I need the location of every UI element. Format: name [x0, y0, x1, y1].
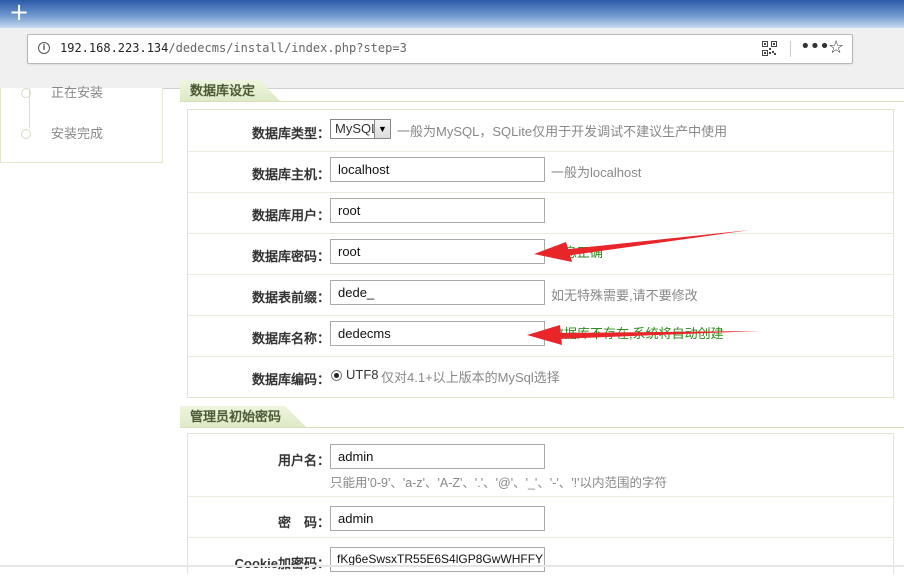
section-divider: [180, 101, 904, 102]
db-name-status: 数据库不存在,系统将自动创建: [551, 326, 724, 341]
db-prefix-hint: 如无特殊需要,请不要修改: [551, 288, 698, 303]
db-type-row: 数据库类型： MySQL ▼ 一般为MySQL，SQLite仅用于开发调试不建议生…: [188, 110, 893, 152]
cookie-key-row: Cookie加密码： fKg6eSwsxTR55E6S4lGP8GwWHFFY: [188, 537, 893, 578]
db-name-row: 数据库名称： dedecms 数据库不存在,系统将自动创建: [188, 315, 893, 357]
admin-section-header: 管理员初始密码: [180, 406, 904, 428]
toolbar-separator: [790, 41, 791, 57]
url-host: 192.168.223.134: [60, 41, 169, 55]
step-item-installing: 正在安装: [21, 82, 103, 101]
db-name-input[interactable]: dedecms: [330, 321, 545, 346]
cookie-key-label: Cookie加密码：: [234, 556, 330, 571]
db-user-label: 数据库用户：: [251, 208, 330, 223]
utf8-radio-label[interactable]: UTF8: [346, 367, 379, 382]
db-charset-row: 数据库编码： UTF8 仅对4.1+以上版本的MySql选择: [188, 356, 893, 397]
admin-settings-form: 用户名： admin 只能用'0-9'、'a-z'、'A-Z'、'.'、'@'、…: [187, 433, 894, 574]
db-type-label: 数据库类型：: [251, 126, 330, 141]
admin-user-input[interactable]: admin: [330, 444, 545, 469]
admin-user-hint: 只能用'0-9'、'a-z'、'A-Z'、'.'、'@'、'_'、'-'、'!'…: [330, 476, 668, 490]
install-steps-panel: 正在安装 安装完成: [0, 85, 163, 163]
db-host-hint: 一般为localhost: [551, 165, 642, 180]
db-charset-label: 数据库编码：: [251, 372, 330, 387]
db-host-label: 数据库主机：: [251, 167, 330, 182]
db-user-input[interactable]: root: [330, 198, 545, 223]
step-label: 安装完成: [51, 126, 104, 141]
db-prefix-row: 数据表前缀： dede_ 如无特殊需要,请不要修改: [188, 274, 893, 316]
db-section-title: 数据库设定: [180, 80, 281, 102]
more-icon[interactable]: •••: [800, 36, 830, 57]
db-password-row: 数据库密码： root 信息正确: [188, 233, 893, 275]
address-bar[interactable]: i 192.168.223.134/dedecms/install/index.…: [27, 34, 853, 64]
new-tab-button[interactable]: +: [9, 0, 29, 24]
db-settings-form: 数据库类型： MySQL ▼ 一般为MySQL，SQLite仅用于开发调试不建议生…: [187, 109, 894, 398]
url-text[interactable]: 192.168.223.134/dedecms/install/index.ph…: [60, 41, 407, 55]
db-password-label: 数据库密码：: [251, 249, 330, 264]
db-password-input[interactable]: root: [330, 239, 545, 264]
admin-section-title: 管理员初始密码: [180, 406, 307, 428]
db-prefix-input[interactable]: dede_: [330, 280, 545, 305]
admin-password-input[interactable]: admin: [330, 506, 545, 531]
db-charset-hint: 仅对4.1+以上版本的MySql选择: [381, 370, 560, 385]
browser-title-bar: +: [0, 0, 904, 28]
db-host-input[interactable]: localhost: [330, 157, 545, 182]
section-divider: [180, 427, 904, 428]
qr-code-icon[interactable]: [762, 41, 777, 56]
db-password-status: 信息正确: [551, 245, 604, 260]
step-item-complete: 安装完成: [21, 123, 103, 142]
admin-user-row: 用户名： admin 只能用'0-9'、'a-z'、'A-Z'、'.'、'@'、…: [188, 434, 893, 497]
admin-password-label: 密 码：: [277, 515, 330, 530]
admin-password-row: 密 码： admin: [188, 496, 893, 538]
cookie-key-input[interactable]: fKg6eSwsxTR55E6S4lGP8GwWHFFY: [330, 547, 545, 572]
db-type-select[interactable]: MySQL ▼: [330, 119, 391, 139]
chevron-down-icon[interactable]: ▼: [374, 120, 390, 138]
bookmark-star-icon[interactable]: ☆: [828, 37, 844, 58]
step-dot-icon: [21, 88, 31, 98]
db-name-label: 数据库名称：: [251, 331, 330, 346]
db-type-value: MySQL: [335, 121, 379, 136]
info-icon[interactable]: i: [38, 42, 50, 54]
db-section-header: 数据库设定: [180, 80, 904, 102]
step-label: 正在安装: [51, 85, 104, 100]
utf8-radio[interactable]: [331, 370, 342, 381]
admin-user-label: 用户名：: [277, 453, 330, 468]
db-type-hint: 一般为MySQL，SQLite仅用于开发调试不建议生产中使用: [397, 124, 728, 139]
db-host-row: 数据库主机： localhost 一般为localhost: [188, 151, 893, 193]
db-prefix-label: 数据表前缀：: [251, 290, 330, 305]
db-user-row: 数据库用户： root: [188, 192, 893, 234]
step-dot-icon: [21, 129, 31, 139]
url-path: /dedecms/install/index.php?step=3: [168, 41, 407, 55]
